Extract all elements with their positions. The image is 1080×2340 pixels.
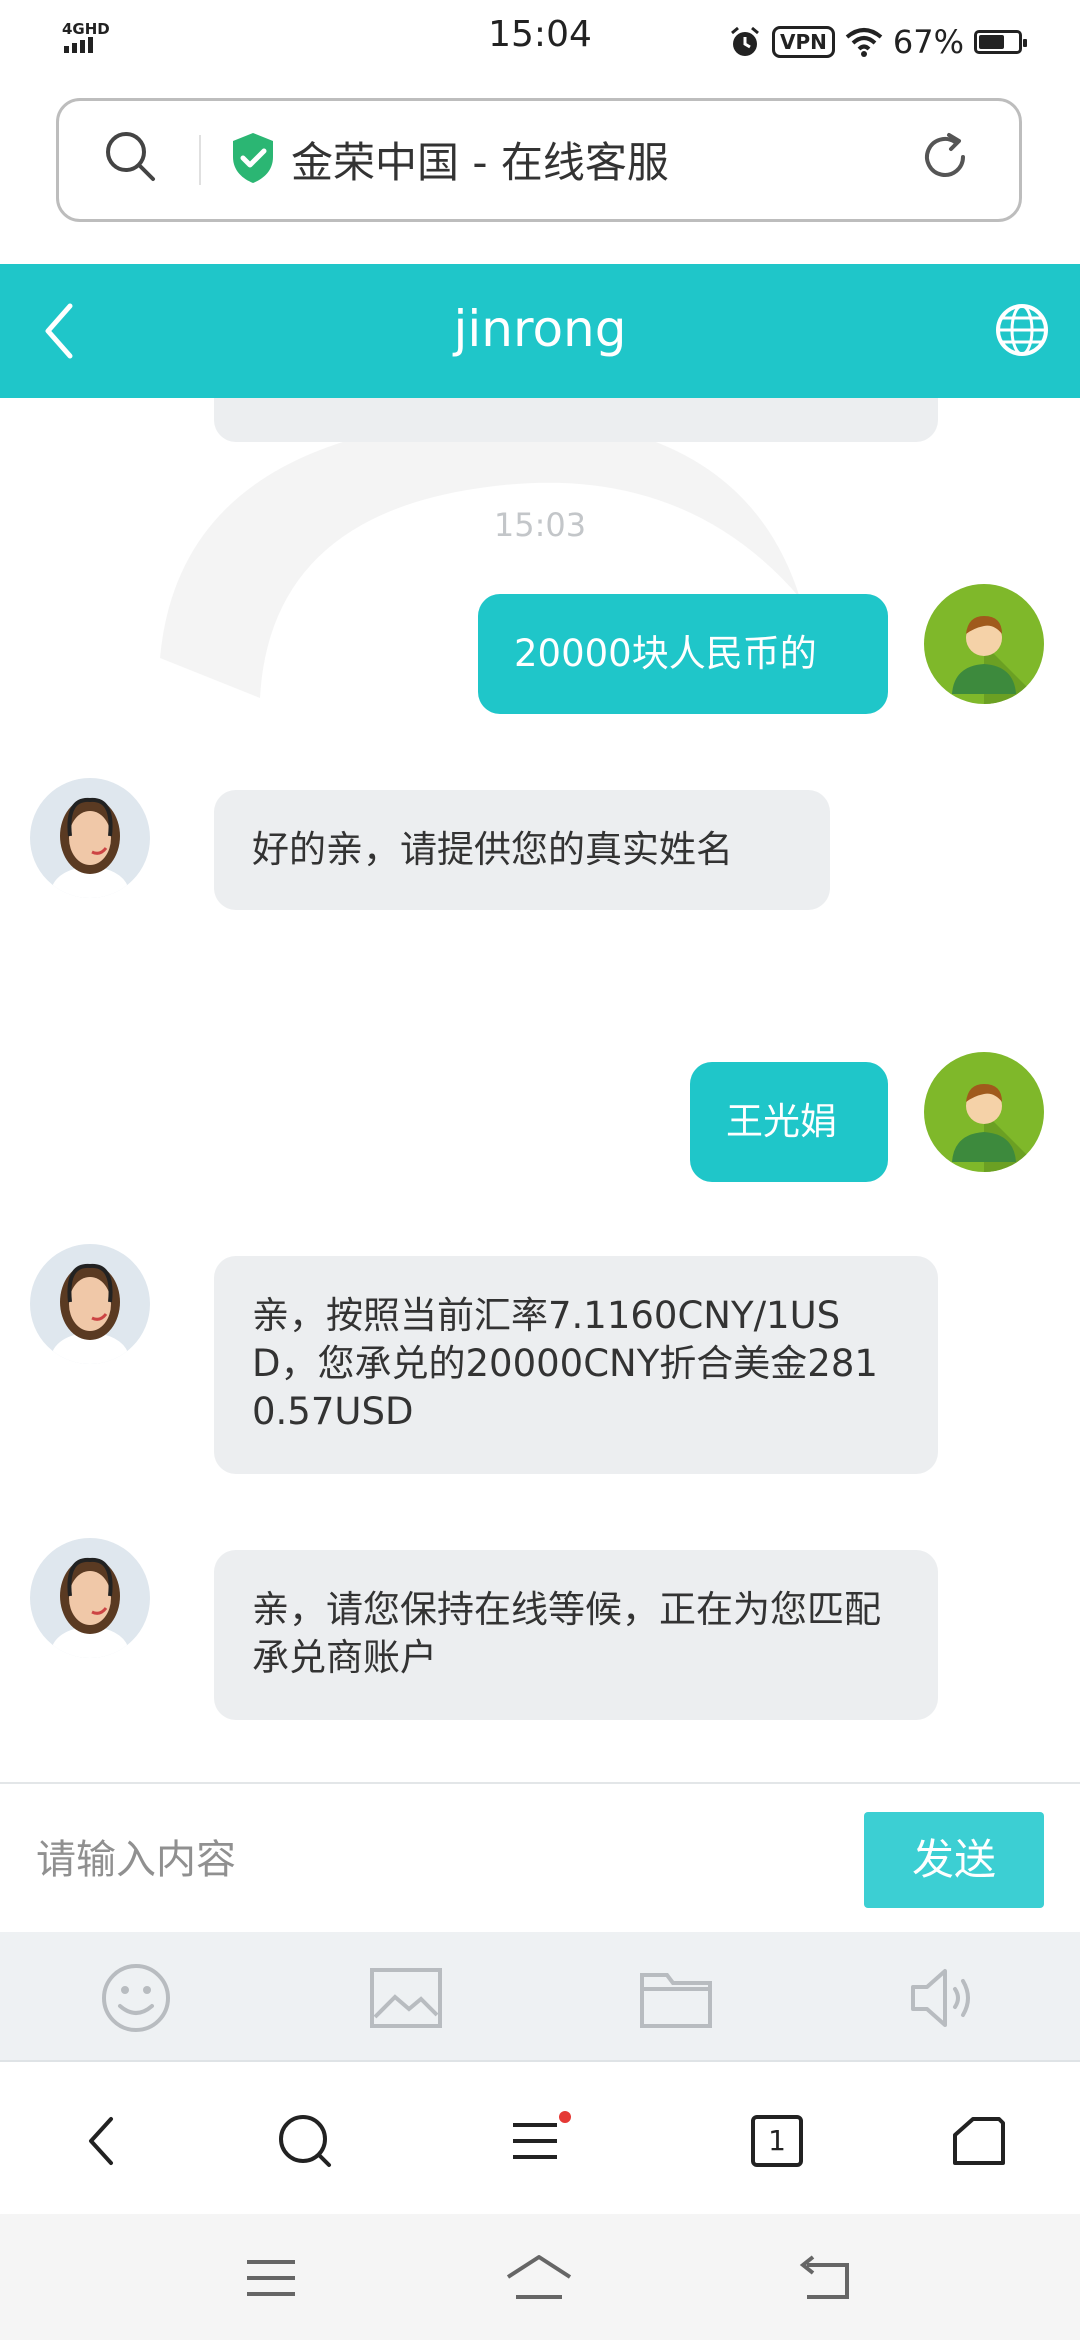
tabs-button[interactable]: 1: [742, 2106, 812, 2176]
emoji-icon: [102, 1964, 170, 2032]
search-icon: [279, 2115, 331, 2167]
home-icon: [506, 2255, 572, 2299]
chat-bubble-agent: 好的亲，请提供您的真实姓名: [214, 790, 830, 910]
return-icon: [799, 2255, 849, 2299]
home-button[interactable]: [944, 2106, 1014, 2176]
system-back-button[interactable]: [790, 2250, 860, 2306]
status-icons: VPN 67%: [728, 18, 1027, 66]
status-bar: 4GHD 15:04 VPN 67%: [0, 0, 1080, 84]
watermark-logo: [160, 417, 800, 698]
user-avatar: [924, 1052, 1044, 1172]
refresh-icon[interactable]: [915, 127, 975, 187]
alarm-icon: [731, 26, 759, 56]
folder-icon: [640, 1973, 712, 2028]
browser-menu-button[interactable]: [504, 2106, 574, 2176]
battery-icon: [974, 30, 1027, 54]
attachment-toolbar: [0, 1932, 1080, 2062]
wifi-icon: [845, 28, 883, 57]
agent-avatar: [30, 778, 150, 898]
menu-icon: [513, 2111, 571, 2159]
search-icon[interactable]: [103, 129, 159, 185]
message-timestamp: 15:03: [493, 506, 587, 544]
system-navigation: [0, 2214, 1080, 2340]
send-button[interactable]: 发送: [864, 1812, 1044, 1908]
home-icon: [953, 2117, 1005, 2165]
chat-bubble-agent: [214, 398, 938, 442]
battery-level: [979, 35, 1004, 49]
chevron-left-icon: [89, 2117, 113, 2165]
browser-search-button[interactable]: [270, 2106, 340, 2176]
emoji-button[interactable]: [96, 1960, 176, 2036]
chat-bubble-agent: 亲，按照当前汇率7.1160CNY/1USD，您承兑的20000CNY折合美金2…: [214, 1256, 938, 1474]
file-button[interactable]: [636, 1960, 716, 2036]
user-avatar: [924, 584, 1044, 704]
chat-bubble-user: 20000块人民币的: [478, 594, 888, 714]
tab-count: 1: [751, 2115, 803, 2167]
notification-dot: [559, 2111, 571, 2123]
system-menu-button[interactable]: [236, 2250, 306, 2306]
image-button[interactable]: [366, 1960, 446, 2036]
chat-header: jinrong: [0, 264, 1080, 398]
message-input[interactable]: [36, 1832, 816, 1888]
agent-avatar: [30, 1538, 150, 1658]
browser-back-button[interactable]: [66, 2106, 136, 2176]
address-bar[interactable]: 金荣中国 - 在线客服: [56, 98, 1022, 222]
message-composer: 发送: [0, 1782, 1080, 1932]
speaker-icon: [911, 1969, 970, 2027]
address-divider: [199, 135, 201, 185]
menu-icon: [247, 2260, 295, 2296]
agent-avatar: [30, 1244, 150, 1364]
page-title[interactable]: 金荣中国 - 在线客服: [291, 129, 669, 190]
secure-shield-icon: [233, 133, 273, 183]
image-icon: [370, 1968, 442, 2028]
browser-navigation: 1: [0, 2062, 1080, 2214]
globe-icon[interactable]: [992, 300, 1052, 360]
chat-message-list[interactable]: 15:03 20000块人民币的 好的亲，请提供您的真实姓名 王光娟 亲，按照当…: [0, 398, 1080, 1782]
voice-button[interactable]: [904, 1960, 984, 2036]
chat-bubble-agent: 亲，请您保持在线等候，正在为您匹配承兑商账户: [214, 1550, 938, 1720]
battery-percent: 67%: [892, 23, 964, 61]
vpn-badge: VPN: [772, 26, 835, 58]
chat-bubble-user: 王光娟: [690, 1062, 888, 1182]
system-home-button[interactable]: [504, 2250, 574, 2306]
chat-title: jinrong: [453, 300, 627, 358]
